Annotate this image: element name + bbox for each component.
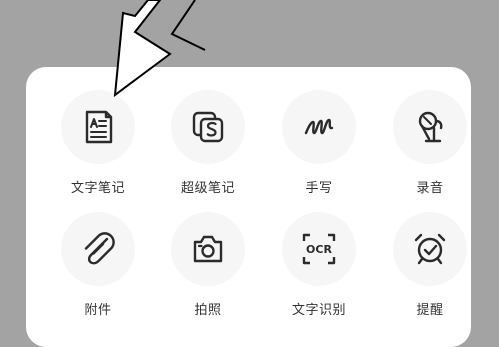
paperclip-icon: [61, 212, 135, 286]
ocr-icon: OCR: [282, 212, 356, 286]
take-photo-button[interactable]: 拍照: [158, 212, 258, 318]
create-super-note-label: 超级笔记: [180, 181, 235, 196]
text-note-icon: [61, 90, 135, 164]
reminder-label: 提醒: [416, 303, 444, 318]
ocr-icon-text: OCR: [306, 243, 332, 256]
create-note-sheet: 文字笔记 超级笔记 手写 录音 附件 拍照 OCR 文字识别 提醒: [26, 67, 471, 347]
create-text-note-label: 文字笔记: [70, 181, 125, 196]
take-photo-label: 拍照: [194, 303, 222, 318]
microphone-icon: [393, 90, 467, 164]
create-recording-label: 录音: [416, 181, 444, 196]
create-handwriting-label: 手写: [305, 181, 333, 196]
create-text-note-button[interactable]: 文字笔记: [48, 90, 148, 196]
create-super-note-button[interactable]: 超级笔记: [158, 90, 258, 196]
create-handwriting-button[interactable]: 手写: [269, 90, 369, 196]
text-recognition-button[interactable]: OCR 文字识别: [269, 212, 369, 318]
alarm-clock-icon: [393, 212, 467, 286]
super-note-icon: [171, 90, 245, 164]
reminder-button[interactable]: 提醒: [380, 212, 480, 318]
create-recording-button[interactable]: 录音: [380, 90, 480, 196]
add-attachment-label: 附件: [84, 303, 112, 318]
text-recognition-label: 文字识别: [291, 303, 346, 318]
handwriting-icon: [282, 90, 356, 164]
camera-icon: [171, 212, 245, 286]
add-attachment-button[interactable]: 附件: [48, 212, 148, 318]
